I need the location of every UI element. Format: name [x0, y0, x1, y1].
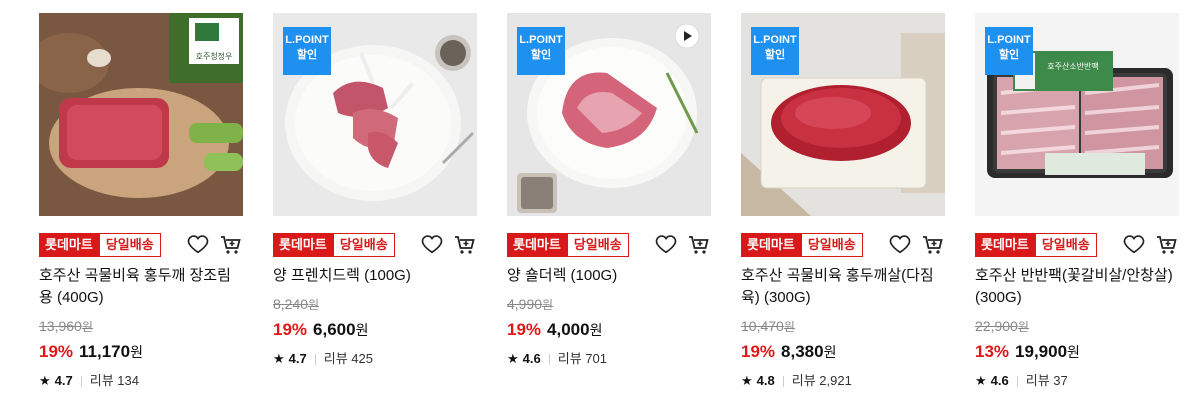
- discount-rate: 19%: [741, 342, 776, 361]
- discount-rate: 19%: [273, 320, 308, 339]
- rating-row: ★ 4.8 리뷰 2,921: [741, 371, 945, 391]
- discount-rate: 19%: [39, 342, 74, 361]
- tag-row: 롯데마트 당일배송: [273, 233, 477, 257]
- rating-row: ★ 4.7 리뷰 425: [273, 349, 477, 369]
- star-icon: ★: [39, 373, 51, 388]
- heart-icon[interactable]: [421, 233, 443, 255]
- original-price: 10,470원: [741, 318, 795, 334]
- product-image[interactable]: L.POINT 할인: [273, 13, 477, 216]
- product-image[interactable]: L.POINT 할인: [741, 13, 945, 216]
- cart-icon[interactable]: [219, 233, 243, 257]
- rating-row: ★ 4.7 리뷰 134: [39, 371, 243, 391]
- flag-text: 호주청정우: [196, 51, 233, 61]
- product-card[interactable]: 호주청정우 롯데마트 당일배송 호주산 곡물비육 홍두깨 장조림용 (400G)…: [39, 13, 243, 391]
- review-count: 134: [117, 373, 139, 388]
- pack-label: 호주산소반반팩: [1047, 61, 1099, 71]
- heart-icon[interactable]: [889, 233, 911, 255]
- star-icon: ★: [507, 351, 519, 366]
- review-count: 37: [1053, 373, 1068, 388]
- product-name[interactable]: 양 숄더렉 (100G): [507, 265, 711, 287]
- review-label: 리뷰: [791, 373, 816, 388]
- product-photo: 호주청정우: [39, 13, 243, 216]
- rating-row: ★ 4.6 리뷰 701: [507, 349, 711, 369]
- rating-row: ★ 4.6 리뷰 37: [975, 371, 1179, 391]
- star-icon: ★: [975, 373, 987, 388]
- play-icon[interactable]: [674, 23, 700, 49]
- cart-icon[interactable]: [921, 233, 945, 257]
- discount-rate: 13%: [975, 342, 1010, 361]
- same-day-delivery-tag: 당일배송: [332, 233, 395, 257]
- star-icon: ★: [273, 351, 285, 366]
- lpoint-discount-badge: L.POINT 할인: [517, 27, 565, 75]
- original-price: 13,960원: [39, 318, 93, 334]
- same-day-delivery-tag: 당일배송: [800, 233, 863, 257]
- product-name[interactable]: 호주산 곡물비육 홍두깨살(다짐육) (300G): [741, 265, 945, 309]
- tag-row: 롯데마트 당일배송: [39, 233, 243, 257]
- product-image[interactable]: 호주산소반반팩 L.POINT 할인: [975, 13, 1179, 216]
- heart-icon[interactable]: [1123, 233, 1145, 255]
- sale-price: 13% 19,900원: [975, 342, 1080, 361]
- sale-price: 19% 11,170원: [39, 342, 143, 361]
- sale-price: 19% 8,380원: [741, 342, 837, 361]
- product-card[interactable]: L.POINT 할인 롯데마트 당일배송 양 프렌치드렉 (100G) 8,240…: [273, 13, 477, 369]
- lpoint-discount-badge: L.POINT 할인: [751, 27, 799, 75]
- lottemart-tag: 롯데마트: [741, 233, 801, 257]
- discount-rate: 19%: [507, 320, 542, 339]
- product-image[interactable]: 호주청정우: [39, 13, 243, 216]
- cart-icon[interactable]: [687, 233, 711, 257]
- heart-icon[interactable]: [187, 233, 209, 255]
- original-price: 4,990원: [507, 296, 554, 312]
- lpoint-discount-badge: L.POINT 할인: [283, 27, 331, 75]
- tag-row: 롯데마트 당일배송: [975, 233, 1179, 257]
- product-card[interactable]: 호주산소반반팩 L.POINT 할인 롯데마트 당일배송 호주산 반반팩(꽃갈비살…: [975, 13, 1179, 391]
- sale-price: 19% 4,000원: [507, 320, 603, 339]
- product-card[interactable]: L.POINT 할인 롯데마트 당일배송 호주산 곡물비육 홍두깨살(다짐육) (…: [741, 13, 945, 391]
- original-price: 22,900원: [975, 318, 1029, 334]
- review-count: 425: [351, 351, 373, 366]
- same-day-delivery-tag: 당일배송: [1034, 233, 1097, 257]
- lottemart-tag: 롯데마트: [975, 233, 1035, 257]
- product-image[interactable]: L.POINT 할인: [507, 13, 711, 216]
- product-name[interactable]: 호주산 곡물비육 홍두깨 장조림용 (400G): [39, 265, 243, 309]
- lottemart-tag: 롯데마트: [507, 233, 567, 257]
- review-label: 리뷰: [323, 351, 348, 366]
- lottemart-tag: 롯데마트: [273, 233, 333, 257]
- review-label: 리뷰: [89, 373, 114, 388]
- review-count: 701: [585, 351, 607, 366]
- review-count: 2,921: [819, 373, 852, 388]
- same-day-delivery-tag: 당일배송: [98, 233, 161, 257]
- cart-icon[interactable]: [1155, 233, 1179, 257]
- product-card[interactable]: L.POINT 할인 롯데마트 당일배송 양 숄더렉 (100G) 4,990원 …: [507, 13, 711, 369]
- product-name[interactable]: 호주산 반반팩(꽃갈비살/안창살) (300G): [975, 265, 1179, 309]
- tag-row: 롯데마트 당일배송: [741, 233, 945, 257]
- product-row: 호주청정우 롯데마트 당일배송 호주산 곡물비육 홍두깨 장조림용 (400G)…: [0, 0, 1186, 413]
- tag-row: 롯데마트 당일배송: [507, 233, 711, 257]
- review-label: 리뷰: [557, 351, 582, 366]
- cart-icon[interactable]: [453, 233, 477, 257]
- original-price: 8,240원: [273, 296, 320, 312]
- heart-icon[interactable]: [655, 233, 677, 255]
- lpoint-discount-badge: L.POINT 할인: [985, 27, 1033, 75]
- product-name[interactable]: 양 프렌치드렉 (100G): [273, 265, 477, 287]
- sale-price: 19% 6,600원: [273, 320, 369, 339]
- review-label: 리뷰: [1025, 373, 1050, 388]
- lottemart-tag: 롯데마트: [39, 233, 99, 257]
- same-day-delivery-tag: 당일배송: [566, 233, 629, 257]
- star-icon: ★: [741, 373, 753, 388]
